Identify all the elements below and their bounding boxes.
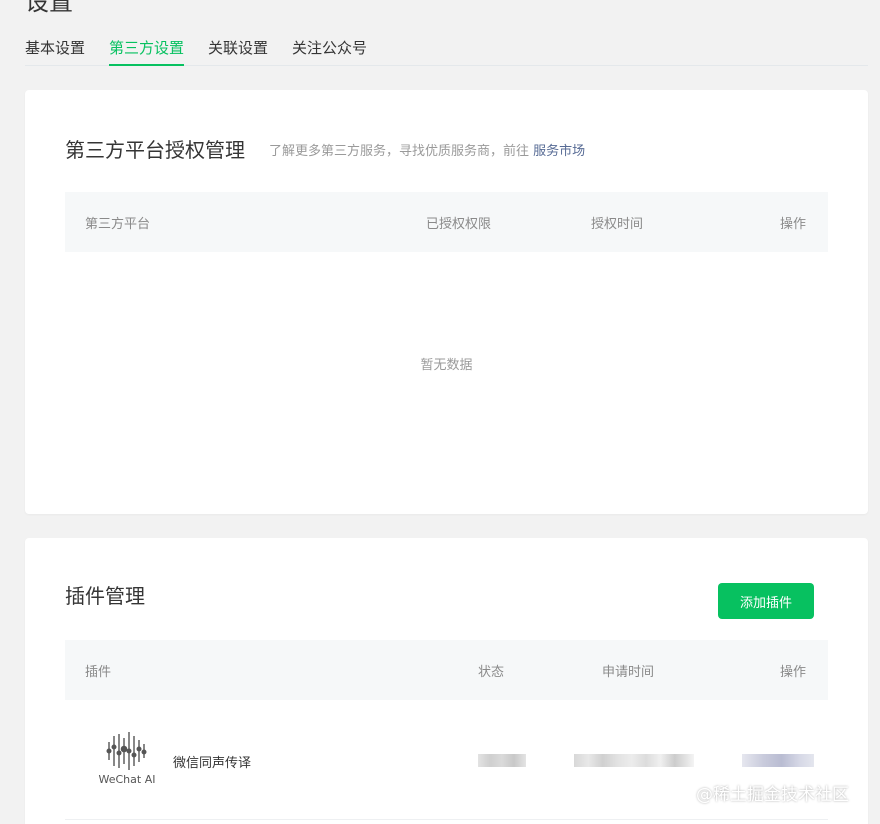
column-header-actions: 操作 bbox=[780, 665, 807, 680]
plugin-action-redacted[interactable] bbox=[742, 754, 814, 767]
tab-basic-settings[interactable]: 基本设置 bbox=[25, 38, 85, 66]
tab-linked-settings[interactable]: 关联设置 bbox=[208, 38, 268, 66]
column-header-apply-time: 申请时间 bbox=[602, 665, 655, 680]
column-header-permissions: 已授权权限 bbox=[426, 217, 492, 232]
plugin-logo: WeChat AI bbox=[98, 730, 156, 790]
column-header-status: 状态 bbox=[478, 665, 505, 680]
tab-third-party-settings[interactable]: 第三方设置 bbox=[109, 38, 185, 66]
plugins-title: 插件管理 bbox=[65, 584, 145, 608]
empty-state-text: 暂无数据 bbox=[420, 358, 473, 373]
third-party-card: 第三方平台授权管理 了解更多第三方服务，寻找优质服务商，前往 服务市场 第三方平… bbox=[25, 90, 868, 514]
add-plugin-button[interactable]: 添加插件 bbox=[718, 583, 814, 619]
plugin-status-redacted bbox=[478, 754, 526, 767]
wechat-ai-logo-icon bbox=[106, 732, 147, 770]
description-text: 了解更多第三方服务，寻找优质服务商，前往 bbox=[269, 144, 530, 159]
plugin-name: 微信同声传译 bbox=[173, 756, 252, 771]
settings-tabs: 基本设置 第三方设置 关联设置 关注公众号 bbox=[25, 38, 868, 66]
column-header-plugin: 插件 bbox=[85, 665, 112, 680]
tab-follow-account[interactable]: 关注公众号 bbox=[292, 38, 367, 66]
watermark: @稀土掘金技术社区 bbox=[696, 785, 849, 805]
plugin-logo-brand: WeChat AI bbox=[98, 773, 156, 786]
column-header-auth-time: 授权时间 bbox=[591, 217, 644, 232]
page-title: 设置 bbox=[25, 0, 73, 16]
plugins-table-header: 插件 状态 申请时间 操作 bbox=[65, 640, 828, 700]
column-header-actions: 操作 bbox=[780, 217, 807, 232]
service-market-link[interactable]: 服务市场 bbox=[533, 144, 585, 159]
plugin-apply-time-redacted bbox=[574, 754, 694, 767]
third-party-title: 第三方平台授权管理 bbox=[65, 138, 245, 162]
third-party-table-header: 第三方平台 已授权权限 授权时间 操作 bbox=[65, 192, 828, 252]
third-party-description: 了解更多第三方服务，寻找优质服务商，前往 服务市场 bbox=[269, 140, 585, 159]
column-header-platform: 第三方平台 bbox=[85, 217, 151, 232]
